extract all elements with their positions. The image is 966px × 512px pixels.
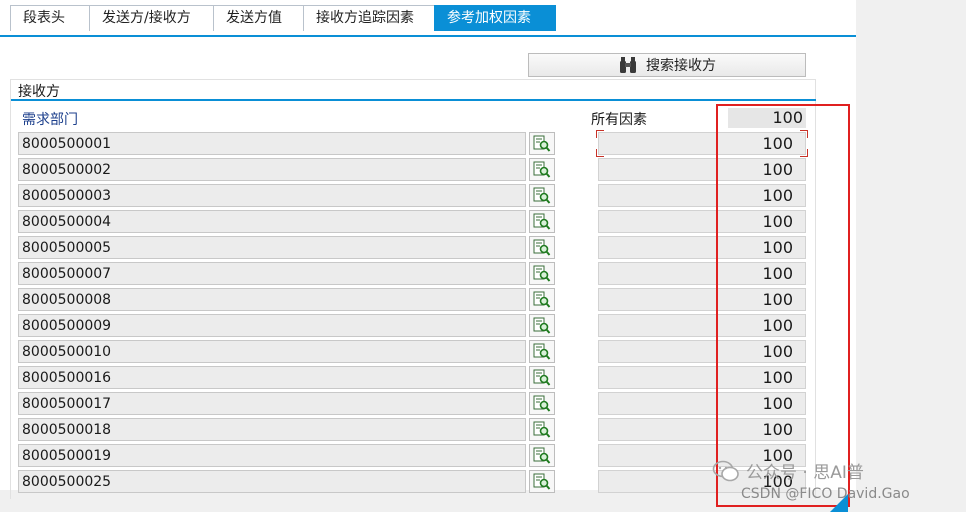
demand-dept-field[interactable]: 8000500010 [18, 340, 526, 363]
watermark-line2: CSDN @FICO David.Gao [741, 486, 910, 502]
magnifier-list-icon [533, 369, 551, 386]
demand-dept-field[interactable]: 8000500019 [18, 444, 526, 467]
magnifier-list-icon [533, 317, 551, 334]
lookup-button[interactable] [529, 132, 555, 155]
group-title: 接收方 [18, 84, 60, 100]
group-title-underline [11, 99, 816, 101]
wechat-icon [712, 460, 739, 481]
demand-dept-field[interactable]: 8000500008 [18, 288, 526, 311]
lookup-button[interactable] [529, 210, 555, 233]
tab-receiver-tracing-factors[interactable]: 接收方追踪因素 [303, 5, 435, 31]
demand-dept-field[interactable]: 8000500007 [18, 262, 526, 285]
right-background [856, 0, 966, 512]
table-row: 8000500007 100 [0, 262, 856, 286]
demand-dept-field[interactable]: 8000500025 [18, 470, 526, 493]
lookup-button[interactable] [529, 418, 555, 441]
weighting-factor-field[interactable]: 100 [598, 132, 806, 155]
all-factors-label: 所有因素 [591, 112, 647, 128]
table-row: 8000500003 100 [0, 184, 856, 208]
lookup-button[interactable] [529, 184, 555, 207]
tab-sender-values[interactable]: 发送方值 [213, 5, 304, 31]
lookup-button[interactable] [529, 340, 555, 363]
lookup-button[interactable] [529, 444, 555, 467]
search-receivers-button[interactable]: 搜索接收方 [528, 53, 806, 77]
lookup-button[interactable] [529, 392, 555, 415]
lookup-button[interactable] [529, 262, 555, 285]
search-receivers-label: 搜索接收方 [646, 58, 716, 74]
table-row: 8000500018 100 [0, 418, 856, 442]
magnifier-list-icon [533, 473, 551, 490]
demand-dept-field[interactable]: 8000500018 [18, 418, 526, 441]
magnifier-list-icon [533, 135, 551, 152]
table-row: 8000500002 100 [0, 158, 856, 182]
binoculars-icon [620, 57, 636, 73]
weighting-factor-field[interactable]: 100 [598, 210, 806, 233]
magnifier-list-icon [533, 265, 551, 282]
lookup-button[interactable] [529, 236, 555, 259]
demand-dept-field[interactable]: 8000500004 [18, 210, 526, 233]
tab-strip: 段表头 发送方/接收方 发送方值 接收方追踪因素 参考加权因素 [0, 5, 856, 35]
weighting-factor-field[interactable]: 100 [598, 392, 806, 415]
demand-dept-field[interactable]: 8000500003 [18, 184, 526, 207]
magnifier-list-icon [533, 291, 551, 308]
magnifier-list-icon [533, 343, 551, 360]
table-row: 8000500004 100 [0, 210, 856, 234]
watermark-line1: 公众号 · 思AI普 [746, 463, 864, 483]
table-row: 8000500017 100 [0, 392, 856, 416]
demand-dept-field[interactable]: 8000500001 [18, 132, 526, 155]
weighting-factor-field[interactable]: 100 [598, 418, 806, 441]
weighting-factor-field[interactable]: 100 [598, 236, 806, 259]
weighting-factor-field[interactable]: 100 [598, 158, 806, 181]
lookup-button[interactable] [529, 470, 555, 493]
magnifier-list-icon [533, 187, 551, 204]
table-row: 8000500008 100 [0, 288, 856, 312]
tab-reference-weighting-factors[interactable]: 参考加权因素 [434, 5, 556, 31]
tab-underline [0, 35, 856, 37]
weighting-factor-field[interactable]: 100 [598, 184, 806, 207]
watermark: 公众号 · 思AI普 [712, 458, 864, 483]
weighting-factor-field[interactable]: 100 [598, 262, 806, 285]
weighting-factor-field[interactable]: 100 [598, 314, 806, 337]
demand-dept-field[interactable]: 8000500009 [18, 314, 526, 337]
magnifier-list-icon [533, 161, 551, 178]
magnifier-list-icon [533, 447, 551, 464]
tab-sender-receiver[interactable]: 发送方/接收方 [89, 5, 214, 31]
lookup-button[interactable] [529, 366, 555, 389]
table-row: 8000500016 100 [0, 366, 856, 390]
tab-segment-header[interactable]: 段表头 [10, 5, 90, 31]
demand-dept-field[interactable]: 8000500002 [18, 158, 526, 181]
magnifier-list-icon [533, 421, 551, 438]
magnifier-list-icon [533, 213, 551, 230]
demand-dept-field[interactable]: 8000500017 [18, 392, 526, 415]
all-factors-field[interactable]: 100 [728, 108, 806, 128]
column-label-demand-dept: 需求部门 [22, 112, 78, 128]
magnifier-list-icon [533, 395, 551, 412]
magnifier-list-icon [533, 239, 551, 256]
demand-dept-field[interactable]: 8000500016 [18, 366, 526, 389]
table-row: 8000500009 100 [0, 314, 856, 338]
lookup-button[interactable] [529, 158, 555, 181]
weighting-factor-field[interactable]: 100 [598, 288, 806, 311]
table-row: 8000500005 100 [0, 236, 856, 260]
table-row: 8000500010 100 [0, 340, 856, 364]
table-row: 8000500001 100 [0, 132, 856, 156]
lookup-button[interactable] [529, 288, 555, 311]
demand-dept-field[interactable]: 8000500005 [18, 236, 526, 259]
corner-decoration [830, 494, 848, 512]
weighting-factor-field[interactable]: 100 [598, 366, 806, 389]
weighting-factor-field[interactable]: 100 [598, 340, 806, 363]
lookup-button[interactable] [529, 314, 555, 337]
